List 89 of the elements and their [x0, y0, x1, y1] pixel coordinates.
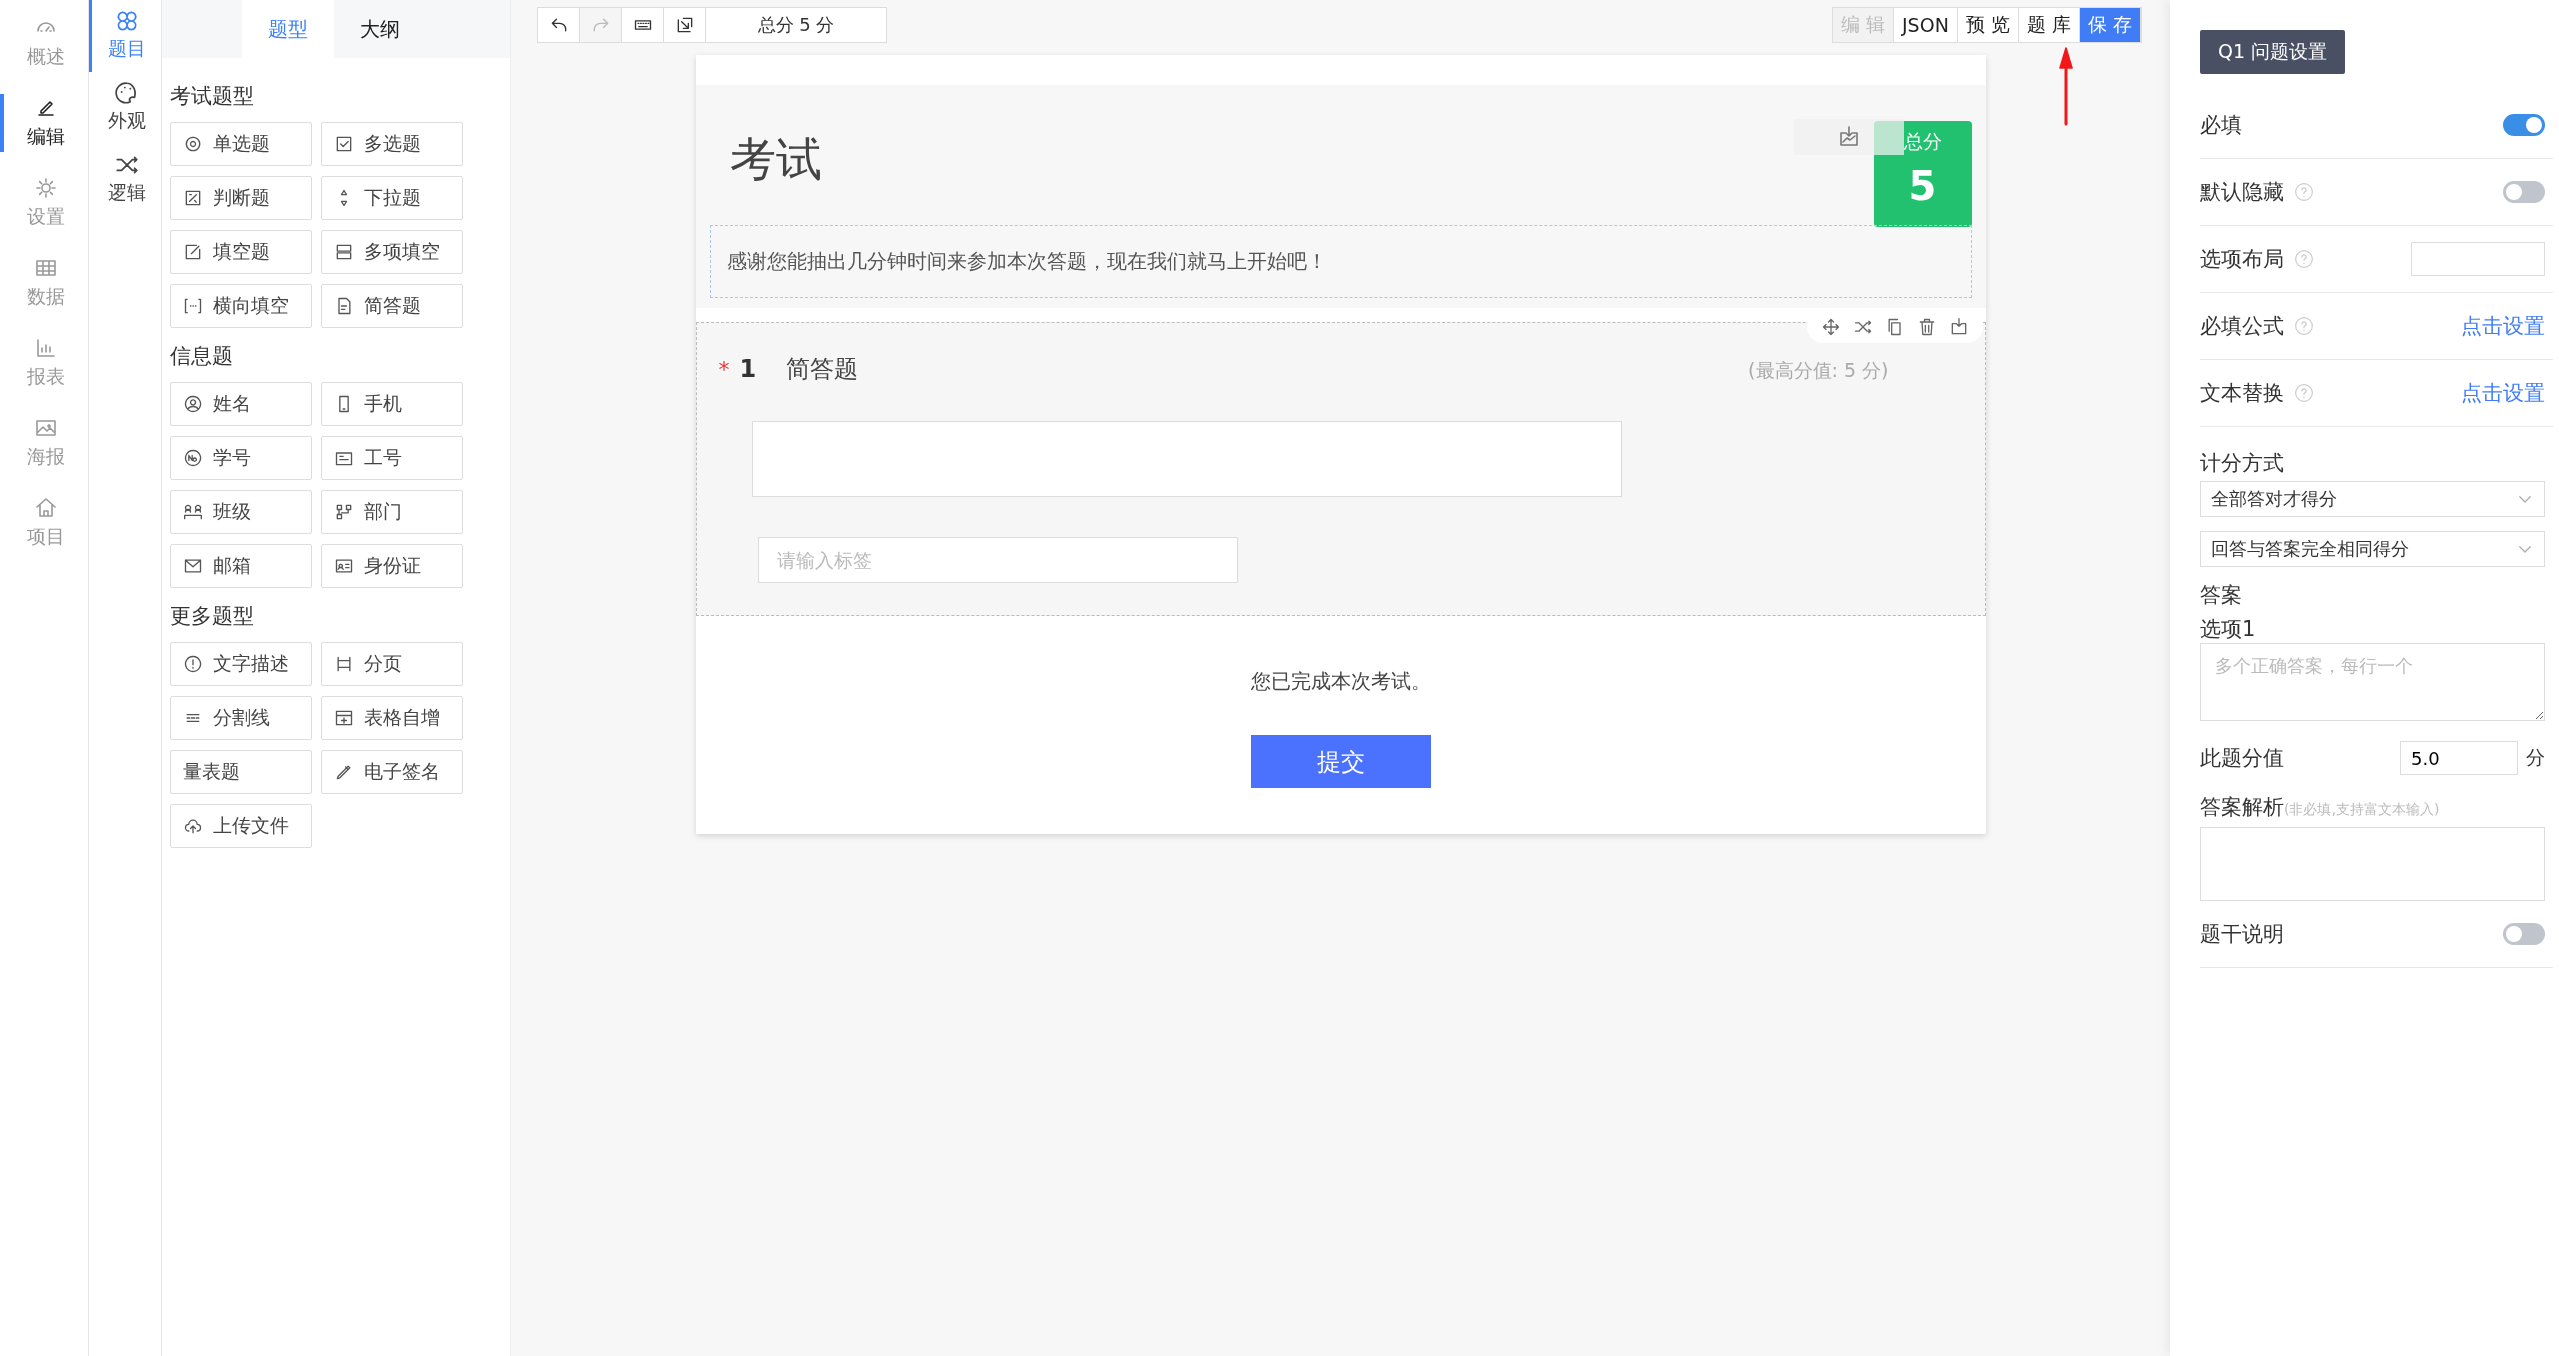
question-type-icon — [183, 394, 203, 414]
question-type-button[interactable]: 邮箱 — [170, 544, 312, 588]
toolbar-button[interactable]: 保 存 — [2079, 8, 2141, 42]
score-value: 5 — [1908, 163, 1937, 209]
toggle-switch[interactable] — [2503, 923, 2545, 945]
question-type-button[interactable]: 下拉题 — [321, 176, 463, 220]
setting-label: 选项布局 — [2200, 246, 2284, 273]
submit-button[interactable]: 提交 — [1250, 735, 1431, 788]
group-title: 更多题型 — [170, 603, 255, 630]
nav-icon — [34, 336, 58, 360]
toggle-switch[interactable] — [2503, 181, 2545, 203]
nav-icon — [34, 176, 58, 200]
panel-tab[interactable]: 题型 — [242, 0, 334, 58]
scoring-select[interactable]: 全部答对才得分 — [2200, 481, 2545, 517]
chart-download-button[interactable] — [1793, 119, 1904, 155]
option-label: 选项1 — [2200, 616, 2257, 643]
question-type-button[interactable]: 电子签名 — [321, 750, 463, 794]
question-type-button[interactable]: 姓名 — [170, 382, 312, 426]
question-type-button[interactable]: 表格自增 — [321, 696, 463, 740]
question-type-icon — [334, 708, 354, 728]
question-type-button[interactable]: 手机 — [321, 382, 463, 426]
score-unit: 分 — [2526, 745, 2545, 770]
question-title: 简答题 — [786, 354, 859, 385]
sub-nav-item[interactable]: 外观 — [89, 72, 161, 144]
toggle-switch[interactable] — [2503, 114, 2545, 136]
question-type-icon — [183, 502, 203, 522]
required-mark: * — [718, 357, 730, 382]
setting-label: 文本替换 — [2200, 380, 2284, 407]
question-type-icon — [183, 654, 203, 674]
sub-nav-item[interactable]: 逻辑 — [89, 144, 161, 216]
question-type-button[interactable]: 多项填空 — [321, 230, 463, 274]
score-input[interactable]: 5.0 — [2400, 741, 2518, 775]
form-title: 考试 — [729, 131, 822, 188]
help-icon[interactable] — [2294, 249, 2314, 269]
question-type-button[interactable]: 文字描述 — [170, 642, 312, 686]
question-type-button[interactable]: 班级 — [170, 490, 312, 534]
question-type-button[interactable]: 横向填空 — [170, 284, 312, 328]
question-type-icon — [334, 242, 354, 262]
question-type-button[interactable]: 多选题 — [321, 122, 463, 166]
setup-link[interactable]: 点击设置 — [2461, 379, 2545, 407]
layout-input[interactable] — [2411, 242, 2545, 276]
scoring-select[interactable]: 回答与答案完全相同得分 — [2200, 531, 2545, 567]
question-type-button[interactable]: 分割线 — [170, 696, 312, 740]
move-icon[interactable] — [1820, 317, 1841, 337]
setting-label: 默认隐藏 — [2200, 179, 2284, 206]
setup-link[interactable]: 点击设置 — [2461, 312, 2545, 340]
question-type-icon — [183, 448, 203, 468]
question-type-button[interactable]: 身份证 — [321, 544, 463, 588]
setting-label: 计分方式 — [2200, 450, 2285, 477]
setting-label: 必填 — [2200, 112, 2242, 139]
group-title: 考试题型 — [170, 83, 255, 110]
max-score: (最高分值: 5 分) — [1748, 358, 1889, 383]
score-label: 总分 — [1903, 129, 1942, 154]
question-type-button[interactable]: 部门 — [321, 490, 463, 534]
question-type-button[interactable]: 工号 — [321, 436, 463, 480]
question-type-button[interactable]: 填空题 — [170, 230, 312, 274]
question-type-button[interactable]: 单选题 — [170, 122, 312, 166]
question-type-button[interactable]: 量表题 — [170, 750, 312, 794]
form-description: 感谢您能抽出几分钟时间来参加本次答题，现在我们就马上开始吧！ — [709, 225, 1972, 298]
panel-tab[interactable]: 大纲 — [334, 0, 426, 58]
question-type-icon — [334, 502, 354, 522]
question-type-button[interactable]: 上传文件 — [170, 804, 312, 848]
group-title: 信息题 — [170, 343, 234, 370]
end-message: 您已完成本次考试。 — [1250, 668, 1431, 695]
question-type-icon — [334, 134, 354, 154]
nav-icon — [34, 496, 58, 520]
question-number: 1 — [739, 355, 757, 383]
setting-label: 答案解析 — [2200, 794, 2284, 821]
help-icon[interactable] — [2294, 383, 2314, 403]
answer-field[interactable] — [751, 421, 1622, 497]
help-icon[interactable] — [2294, 182, 2314, 202]
settings-title: Q1 问题设置 — [2200, 30, 2346, 74]
question-type-icon — [183, 188, 203, 208]
setting-label: 必填公式 — [2200, 313, 2284, 340]
question-type-button[interactable]: 分页 — [321, 642, 463, 686]
setting-label: 题干说明 — [2200, 921, 2284, 948]
analysis-hint: (非必填,支持富文本输入) — [2284, 801, 2440, 819]
question-type-icon — [183, 242, 203, 262]
question-type-icon — [183, 296, 203, 316]
question-type-icon — [183, 134, 203, 154]
question-type-button[interactable]: 简答题 — [321, 284, 463, 328]
total-score: 总分 5 分 — [756, 13, 836, 37]
question-type-button[interactable]: 学号 — [170, 436, 312, 480]
help-icon[interactable] — [2294, 316, 2314, 336]
question-type-icon — [183, 556, 203, 576]
setting-label: 答案 — [2200, 582, 2243, 609]
setting-label: 此题分值 — [2200, 745, 2284, 772]
tag-input[interactable]: 请输入标签 — [757, 537, 1238, 583]
question-type-button[interactable]: 判断题 — [170, 176, 312, 220]
